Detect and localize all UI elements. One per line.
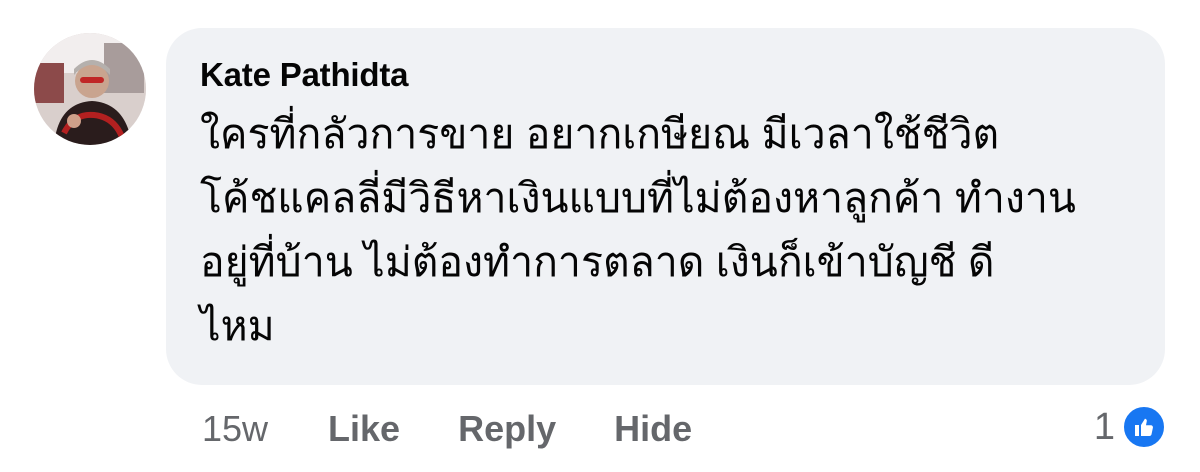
reaction-summary[interactable]: 1 (1094, 400, 1167, 454)
comment-text: ใครที่กลัวการขาย อยากเกษียณ มีเวลาใช้ชีว… (200, 111, 1076, 349)
comment-actions: 15w Like Reply Hide (202, 402, 750, 456)
comment-row: Kate Pathidta ใครที่กลัวการขาย อยากเกษีย… (0, 0, 1200, 472)
avatar[interactable] (34, 33, 146, 145)
like-button[interactable]: Like (328, 408, 400, 450)
avatar-photo (34, 33, 146, 145)
author-name[interactable]: Kate Pathidta (200, 54, 1131, 96)
comment-bubble: Kate Pathidta ใครที่กลัวการขาย อยากเกษีย… (166, 28, 1165, 385)
hide-button[interactable]: Hide (614, 408, 692, 450)
reply-button[interactable]: Reply (458, 408, 556, 450)
thumbs-up-icon (1121, 404, 1167, 450)
reaction-count: 1 (1093, 405, 1115, 448)
timestamp[interactable]: 15w (202, 408, 268, 450)
